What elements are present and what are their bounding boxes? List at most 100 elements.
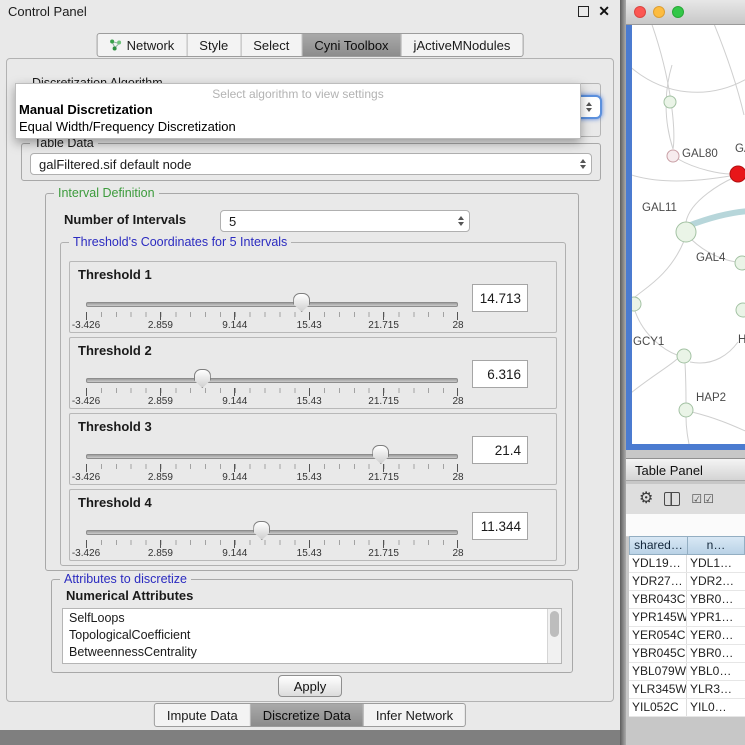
tab-label: Style — [199, 38, 228, 53]
tab-label: jActiveMNodules — [414, 38, 511, 53]
group-title: Attributes to discretize — [60, 572, 191, 586]
tab-discretize-data[interactable]: Discretize Data — [251, 704, 364, 726]
table-row[interactable]: YPR145W YPR1… — [629, 609, 745, 627]
gear-icon[interactable]: ⚙ — [639, 491, 653, 507]
minimize-traffic-light-icon[interactable] — [653, 6, 665, 18]
network-node[interactable] — [679, 403, 693, 417]
network-node[interactable] — [677, 349, 691, 363]
scrollbar-thumb[interactable] — [550, 611, 559, 637]
dropdown-option-manual-discretization[interactable]: Manual Discretization — [16, 101, 580, 118]
table-row[interactable]: YBR045C YBR0… — [629, 645, 745, 663]
right-panel: GAL80 GA GAL11 GAL4 GCY1 H HAP2 Table Pa… — [626, 0, 745, 745]
network-node[interactable] — [632, 297, 641, 311]
threshold-label: Threshold 1 — [78, 267, 152, 282]
table-row[interactable]: YBR043C YBR0… — [629, 591, 745, 609]
tab-style[interactable]: Style — [187, 34, 241, 56]
network-canvas[interactable]: GAL80 GA GAL11 GAL4 GCY1 H HAP2 — [626, 25, 745, 450]
float-window-icon[interactable] — [578, 6, 589, 17]
select-all-checkbox-icon[interactable]: ☑ — [691, 493, 702, 505]
threshold-1-slider[interactable]: -3.426 2.859 9.144 15.43 21.715 28 — [86, 292, 458, 330]
interval-definition-group: Interval Definition Number of Intervals … — [45, 193, 579, 571]
stepper-arrows-icon — [581, 102, 597, 112]
table-row[interactable]: YDL19… YDL1… — [629, 555, 745, 573]
column-header-shared-name[interactable]: shared… — [629, 536, 687, 555]
threshold-3-slider[interactable]: -3.426 2.859 9.144 15.43 21.715 28 — [86, 444, 458, 482]
node-label-clipped: GA — [735, 143, 745, 155]
control-panel-titlebar: Control Panel ✕ — [0, 0, 620, 24]
slider-thumb[interactable] — [293, 293, 310, 312]
thresholds-group: Threshold's Coordinates for 5 Intervals … — [60, 242, 566, 566]
list-item[interactable]: BetweennessCentrality — [63, 643, 561, 660]
table-row[interactable]: YIL052C YIL0… — [629, 699, 745, 717]
tab-label: Cyni Toolbox — [314, 38, 388, 53]
close-traffic-light-icon[interactable] — [634, 6, 646, 18]
table-row[interactable]: YLR345W YLR3… — [629, 681, 745, 699]
list-item[interactable]: TopologicalCoefficient — [63, 626, 561, 643]
node-label-gal11: GAL11 — [642, 202, 677, 214]
threshold-2-value[interactable]: 6.316 — [472, 360, 528, 388]
network-view-window: GAL80 GA GAL11 GAL4 GCY1 H HAP2 — [626, 0, 745, 450]
stepper-arrows-icon — [453, 216, 469, 226]
network-node-selected[interactable] — [730, 166, 745, 182]
threshold-4-slider[interactable]: -3.426 2.859 9.144 15.43 21.715 28 — [86, 520, 458, 558]
threshold-3-value[interactable]: 21.4 — [472, 436, 528, 464]
threshold-2-slider[interactable]: -3.426 2.859 9.144 15.43 21.715 28 — [86, 368, 458, 406]
table-data-combobox[interactable]: galFiltered.sif default node — [30, 153, 592, 175]
number-of-intervals-combobox[interactable]: 5 — [220, 210, 470, 232]
zoom-traffic-light-icon[interactable] — [672, 6, 684, 18]
tab-label: Impute Data — [167, 708, 238, 723]
top-tab-bar: Network Style Select Cyni Toolbox jActiv… — [97, 33, 524, 57]
network-graph: GAL80 GA GAL11 GAL4 GCY1 H HAP2 — [632, 25, 745, 444]
stepper-arrows-icon — [575, 159, 591, 169]
tab-label: Discretize Data — [263, 708, 351, 723]
network-node[interactable] — [664, 96, 676, 108]
slider-ticks — [86, 464, 458, 472]
threshold-3-panel: Threshold 3 -3.426 2.859 9.144 15.43 21.… — [69, 413, 557, 485]
slider-track — [86, 454, 458, 459]
list-scrollbar[interactable] — [547, 609, 561, 663]
attributes-group: Attributes to discretize Numerical Attri… — [51, 579, 573, 673]
apply-button[interactable]: Apply — [278, 675, 342, 697]
table-row[interactable]: YER054C YER0… — [629, 627, 745, 645]
close-icon[interactable]: ✕ — [598, 5, 610, 17]
table-filter-strip — [626, 514, 745, 537]
slider-ticks — [86, 312, 458, 320]
network-node[interactable] — [667, 150, 679, 162]
dropdown-placeholder: Select algorithm to view settings — [16, 84, 580, 101]
columns-icon[interactable] — [664, 492, 680, 506]
network-node[interactable] — [735, 256, 745, 270]
numerical-attributes-list[interactable]: SelfLoops TopologicalCoefficient Between… — [62, 608, 562, 664]
tab-cyni-toolbox[interactable]: Cyni Toolbox — [302, 34, 401, 56]
tab-impute-data[interactable]: Impute Data — [155, 704, 251, 726]
table-row[interactable]: YBL079W YBL0… — [629, 663, 745, 681]
threshold-4-value[interactable]: 11.344 — [472, 512, 528, 540]
network-node[interactable] — [736, 303, 745, 317]
tab-infer-network[interactable]: Infer Network — [364, 704, 465, 726]
slider-thumb[interactable] — [194, 369, 211, 388]
threshold-label: Threshold 4 — [78, 495, 152, 510]
group-title: Threshold's Coordinates for 5 Intervals — [69, 235, 291, 249]
select-column-checkbox-icon[interactable]: ☑ — [703, 493, 714, 505]
tab-select[interactable]: Select — [241, 34, 302, 56]
threshold-label: Threshold 2 — [78, 343, 152, 358]
tab-label: Select — [253, 38, 289, 53]
tab-network[interactable]: Network — [98, 34, 188, 56]
list-item[interactable]: SelfLoops — [63, 609, 561, 626]
table-data-group: Table Data galFiltered.sif default node — [21, 143, 601, 181]
slider-thumb[interactable] — [372, 445, 389, 464]
threshold-label: Threshold 3 — [78, 419, 152, 434]
slider-ticks — [86, 388, 458, 396]
slider-track — [86, 378, 458, 383]
network-nodes — [632, 96, 745, 417]
dropdown-option-equal-width[interactable]: Equal Width/Frequency Discretization — [16, 118, 580, 135]
slider-thumb[interactable] — [253, 521, 270, 540]
column-header-name[interactable]: n… — [687, 536, 745, 555]
slider-tick-labels: -3.426 2.859 9.144 15.43 21.715 28 — [86, 472, 458, 483]
table-row[interactable]: YDR27… YDR2… — [629, 573, 745, 591]
node-label-gcy1: GCY1 — [633, 336, 664, 348]
threshold-1-value[interactable]: 14.713 — [472, 284, 528, 312]
network-node[interactable] — [676, 222, 696, 242]
table-toolbar: ⚙ ☑ ☑ — [626, 484, 745, 514]
algorithm-dropdown-popup: Select algorithm to view settings Manual… — [15, 83, 581, 139]
tab-jactivemodules[interactable]: jActiveMNodules — [402, 34, 523, 56]
